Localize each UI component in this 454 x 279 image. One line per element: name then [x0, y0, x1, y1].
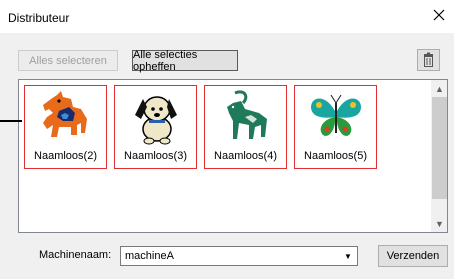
distributor-window: Distributeur Alles selecteren Alle selec… — [0, 0, 454, 279]
item-label: Naamloos(5) — [304, 150, 367, 162]
scroll-down-icon[interactable]: ▼ — [431, 215, 447, 232]
item-label: Naamloos(4) — [214, 150, 277, 162]
dog-embroidery-icon — [135, 96, 177, 145]
item-label: Naamloos(3) — [124, 150, 187, 162]
trash-icon — [424, 52, 433, 67]
vertical-scrollbar[interactable]: ▲ ▼ — [431, 80, 447, 232]
title-bar: Distributeur — [0, 0, 454, 33]
machine-name-select[interactable]: machineA ▼ — [120, 246, 358, 266]
list-item[interactable]: Naamloos(4) — [204, 85, 287, 169]
pointer-line — [0, 120, 22, 122]
horse-embroidery-icon — [43, 91, 87, 137]
send-button[interactable]: Verzenden — [378, 245, 448, 267]
delete-button[interactable] — [417, 49, 440, 71]
design-list[interactable]: Naamloos(2) Naamloos(3) Naamloos(4) Naam… — [18, 79, 448, 233]
machine-name-label: Machinenaam: — [39, 249, 112, 261]
list-item[interactable]: Naamloos(3) — [114, 85, 197, 169]
list-item[interactable]: Naamloos(2) — [24, 85, 107, 169]
machine-name-value: machineA — [125, 250, 174, 262]
deselect-all-button[interactable]: Alle selecties opheffen — [132, 49, 238, 73]
scroll-thumb[interactable] — [432, 97, 447, 199]
window-title: Distributeur — [8, 11, 70, 25]
item-label: Naamloos(2) — [34, 150, 97, 162]
ibex-embroidery-icon — [227, 90, 267, 139]
close-icon[interactable] — [430, 6, 448, 24]
butterfly-embroidery-icon — [311, 94, 361, 136]
dropdown-arrow-icon[interactable]: ▼ — [340, 248, 356, 264]
scroll-up-icon[interactable]: ▲ — [431, 80, 447, 97]
list-item[interactable]: Naamloos(5) — [294, 85, 377, 169]
select-all-button[interactable]: Alles selecteren — [18, 50, 118, 71]
